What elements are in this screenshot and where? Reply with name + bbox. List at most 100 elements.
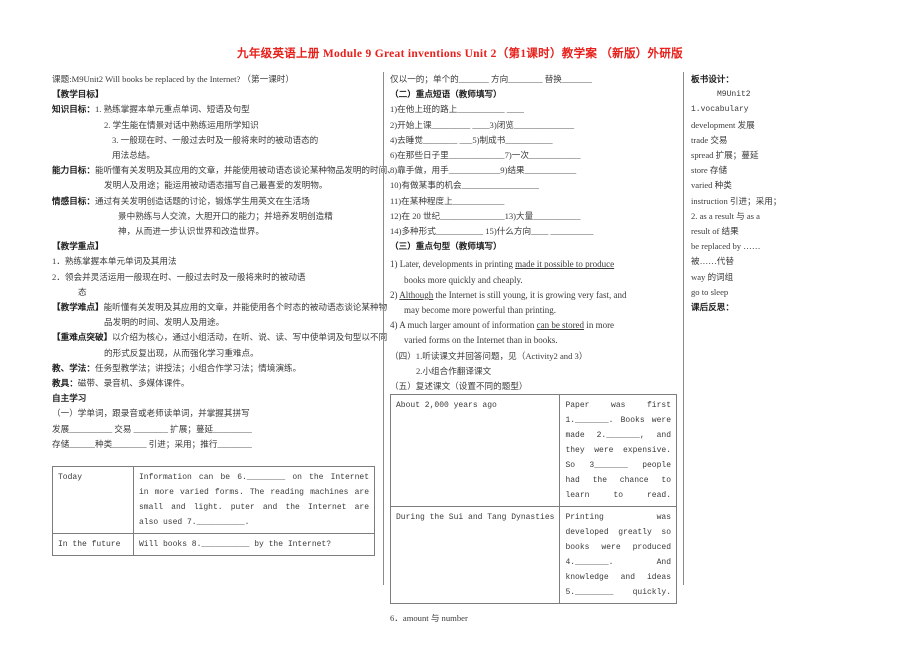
- blackboard-unit: M9Unit2: [717, 90, 751, 100]
- methods-text: 任务型教学法；讲授法；小组合作学习法；情境演练。: [94, 362, 302, 373]
- phrase-item-6[interactable]: 10)有做某事的机会__________________: [390, 178, 677, 193]
- key-sentence-1-part-3: it possible to produce: [534, 259, 615, 270]
- key-sentence-1-part-1: Later, developments in printing: [399, 259, 516, 270]
- phrase-entry-4: way 的词组: [691, 271, 734, 282]
- table-cell-label: Today: [52, 466, 134, 535]
- knowledge-goal-item-1: 1. 熟练掌握本单元重点单词、短语及句型: [94, 104, 250, 115]
- vocabulary-heading: 1.vocabulary: [691, 105, 749, 115]
- key-sentence-3: 4) A much larger amount of information c…: [390, 318, 677, 333]
- emotion-goal-row: 情感目标：通过有关发明创造话题的讨论，锻炼学生用英文在生活场: [52, 194, 375, 209]
- phrase-entry-3: 被……代替: [691, 256, 734, 267]
- retell-table-mid: About 2,000 years ago Paper was first 1.…: [389, 394, 677, 605]
- phrases-heading: （二）重点短语（教师填写）: [390, 89, 502, 100]
- table-cell-label: About 2,000 years ago: [389, 394, 561, 508]
- aids-row: 教具：磁带、录音机、多媒体课件。: [52, 376, 375, 391]
- table-cell-content[interactable]: Will books 8.__________ by the Internet?: [133, 533, 375, 557]
- key-sentence-2-part-2: the Internet is still young, it is growi…: [433, 289, 627, 300]
- key-point-2: 2．领会并灵活运用一般现在时、一般过去时及一般将来时的被动语: [52, 271, 306, 282]
- key-point-3: 态: [78, 286, 87, 297]
- phrase-item-3[interactable]: 4)去睡觉________ ___5)制成书___________: [390, 133, 677, 148]
- reflection-heading: 课后反思：: [691, 302, 734, 313]
- table-cell-content[interactable]: Paper was first 1._______. Books were ma…: [559, 394, 677, 508]
- vocab-instruction: （一）学单词，跟录音或老师读单词，并掌握其拼写: [52, 408, 250, 419]
- key-sentence-1-underlined: made: [515, 259, 535, 270]
- vocab-tail-line[interactable]: 仅以一的；单个的_______ 方向________ 替换_______: [390, 72, 677, 87]
- key-sentence-3-cont: varied forms on the Internet than in boo…: [404, 335, 558, 346]
- phrase-entry-2: be replaced by ……: [691, 241, 761, 252]
- self-study-heading: 自主学习: [52, 393, 87, 404]
- document-page: 九年级英语上册 Module 9 Great inventions Unit 2…: [0, 0, 920, 651]
- knowledge-goal-item-2: 2. 学生能在情景对话中熟练运用所学知识: [104, 119, 259, 130]
- key-sentence-3-underlined: can be stored: [536, 320, 585, 331]
- amount-number-note: 6．amount 与 number: [390, 613, 468, 624]
- left-column: 课题:M9Unit2 Will books be replaced by the…: [52, 72, 396, 585]
- difficulty-line-1: 能听懂有关发明及其应用的文章，并能使用各个时态的被动语态谈论某种物: [103, 302, 388, 313]
- key-sentence-2-number: 2): [390, 289, 398, 300]
- ability-goal-line-1: 能听懂有关发明及其应用的文章，并能使用被动语态谈论某种物品发明的时间、: [94, 165, 396, 176]
- emotion-goal-line-2: 景中熟练与人交流，大胆开口的能力；并培养发明创造精: [118, 210, 333, 221]
- phrase-entry-1: result of 结果: [691, 226, 739, 237]
- key-sentence-3-number: 4): [390, 320, 398, 331]
- breakthrough-line-1: 以介绍为核心，通过小组活动，在听、说、读、写中使单词及句型以不同: [112, 332, 388, 343]
- vocab-blank-line-1[interactable]: 发展__________ 交易 ________ 扩展；蔓延_________: [52, 422, 375, 437]
- difficulty-label: 【教学难点】: [52, 302, 104, 313]
- page-title: 九年级英语上册 Module 9 Great inventions Unit 2…: [237, 48, 683, 60]
- knowledge-goal-item-3: 3. 一般现在时、一般过去时及一般将来时的被动语态的: [112, 134, 319, 145]
- topic-line: 课题:M9Unit2 Will books be replaced by the…: [52, 74, 294, 84]
- key-sentence-1-cont: books more quickly and cheaply.: [404, 274, 523, 285]
- vocab-entry-5: varied 种类: [691, 180, 732, 191]
- table-cell-label: In the future: [52, 533, 134, 557]
- key-points-heading: 【教学重点】: [52, 241, 104, 252]
- vocab-entry-2: trade 交易: [691, 134, 728, 145]
- key-sentence-2-cont: may become more powerful than printing.: [404, 305, 556, 316]
- phrase-heading: 2. as a result 与 as a: [691, 210, 760, 221]
- knowledge-goal-label: 知识目标：: [52, 104, 95, 115]
- timeline-table-left: Today Information can be 6.________ on t…: [52, 466, 375, 557]
- phrase-entry-5: go to sleep: [691, 286, 729, 297]
- difficulty-row: 【教学难点】能听懂有关发明及其应用的文章，并能使用各个时态的被动语态谈论某种物: [52, 300, 387, 315]
- knowledge-goal-item-4: 用法总结。: [112, 150, 155, 161]
- phrase-item-2[interactable]: 2)开始上课_________ ____3)闭览______________: [390, 118, 677, 133]
- phrase-item-5[interactable]: 8)靠手做，用手____________9)结果____________: [390, 163, 677, 178]
- emotion-goal-line-1: 通过有关发明创造话题的讨论，锻炼学生用英文在生活场: [94, 195, 310, 206]
- section-four-line-2: 2.小组合作翻译课文: [416, 365, 492, 376]
- section-five-heading: （五）复述课文（设置不同的题型）: [390, 381, 528, 392]
- ability-goal-line-2: 发明人及用途；能运用被动语态描写自己最喜爱的发明物。: [104, 180, 328, 191]
- ability-goal-label: 能力目标：: [52, 165, 95, 176]
- aids-text: 磁带、录音机、多媒体课件。: [77, 378, 190, 389]
- key-sentence-1: 1) Later, developments in printing made …: [390, 257, 677, 272]
- breakthrough-line-2: 的形式反复出现，从而强化学习重难点。: [104, 347, 259, 358]
- vocab-blank-line-2[interactable]: 存储______种类________ 引进；采用；推行________: [52, 437, 375, 452]
- aids-label: 教具：: [52, 378, 78, 389]
- table-row: Today Information can be 6.________ on t…: [52, 466, 375, 535]
- methods-row: 教、学法：任务型教学法；讲授法；小组合作学习法；情境演练。: [52, 361, 375, 376]
- phrase-item-9[interactable]: 14)多种形式___________ 15)什么方向____ _________…: [390, 224, 677, 239]
- key-sentence-1-number: 1): [390, 259, 398, 270]
- table-cell-content[interactable]: Printing was developed greatly so books …: [559, 506, 677, 605]
- breakthrough-row: 【重难点突破】以介绍为核心，通过小组活动，在听、说、读、写中使单词及句型以不同: [52, 330, 387, 345]
- section-four-line-1: （四）1.听读课文并回答问题，见（Activity2 and 3）: [390, 350, 588, 361]
- table-row: During the Sui and Tang Dynasties Printi…: [389, 506, 677, 605]
- difficulty-line-2: 品发明的时间、发明人及用途。: [104, 317, 225, 328]
- emotion-goal-line-3: 神，从而进一步认识世界和改造世界。: [118, 226, 265, 237]
- vocab-entry-6: instruction 引进；采用；: [691, 195, 782, 206]
- phrase-item-1[interactable]: 1)在他上班的路上___________ ____: [390, 102, 677, 117]
- phrase-item-7[interactable]: 11)在某种程度上____________: [390, 194, 677, 209]
- table-row: About 2,000 years ago Paper was first 1.…: [389, 394, 677, 508]
- phrase-item-4[interactable]: 6)在那些日子里_____________7)一次____________: [390, 148, 677, 163]
- phrase-item-8[interactable]: 12)在 20 世纪_______________13)大量__________…: [390, 209, 677, 224]
- table-cell-label: During the Sui and Tang Dynasties: [389, 506, 561, 605]
- vocab-entry-1: development 发展: [691, 119, 755, 130]
- table-cell-content[interactable]: Information can be 6.________ on the Int…: [133, 466, 375, 535]
- table-row: In the future Will books 8.__________ by…: [52, 533, 375, 557]
- key-sentence-3-part-3: in more: [584, 320, 615, 331]
- breakthrough-label: 【重难点突破】: [52, 332, 113, 343]
- key-sentence-2-underlined: Although: [399, 289, 434, 300]
- ability-goal-row: 能力目标：能听懂有关发明及其应用的文章，并能使用被动语态谈论某种物品发明的时间、: [52, 163, 396, 178]
- vocab-entry-3: spread 扩展；蔓延: [691, 150, 759, 161]
- teaching-goals-heading: 【教学目标】: [52, 89, 104, 100]
- vocab-entry-4: store 存储: [691, 165, 728, 176]
